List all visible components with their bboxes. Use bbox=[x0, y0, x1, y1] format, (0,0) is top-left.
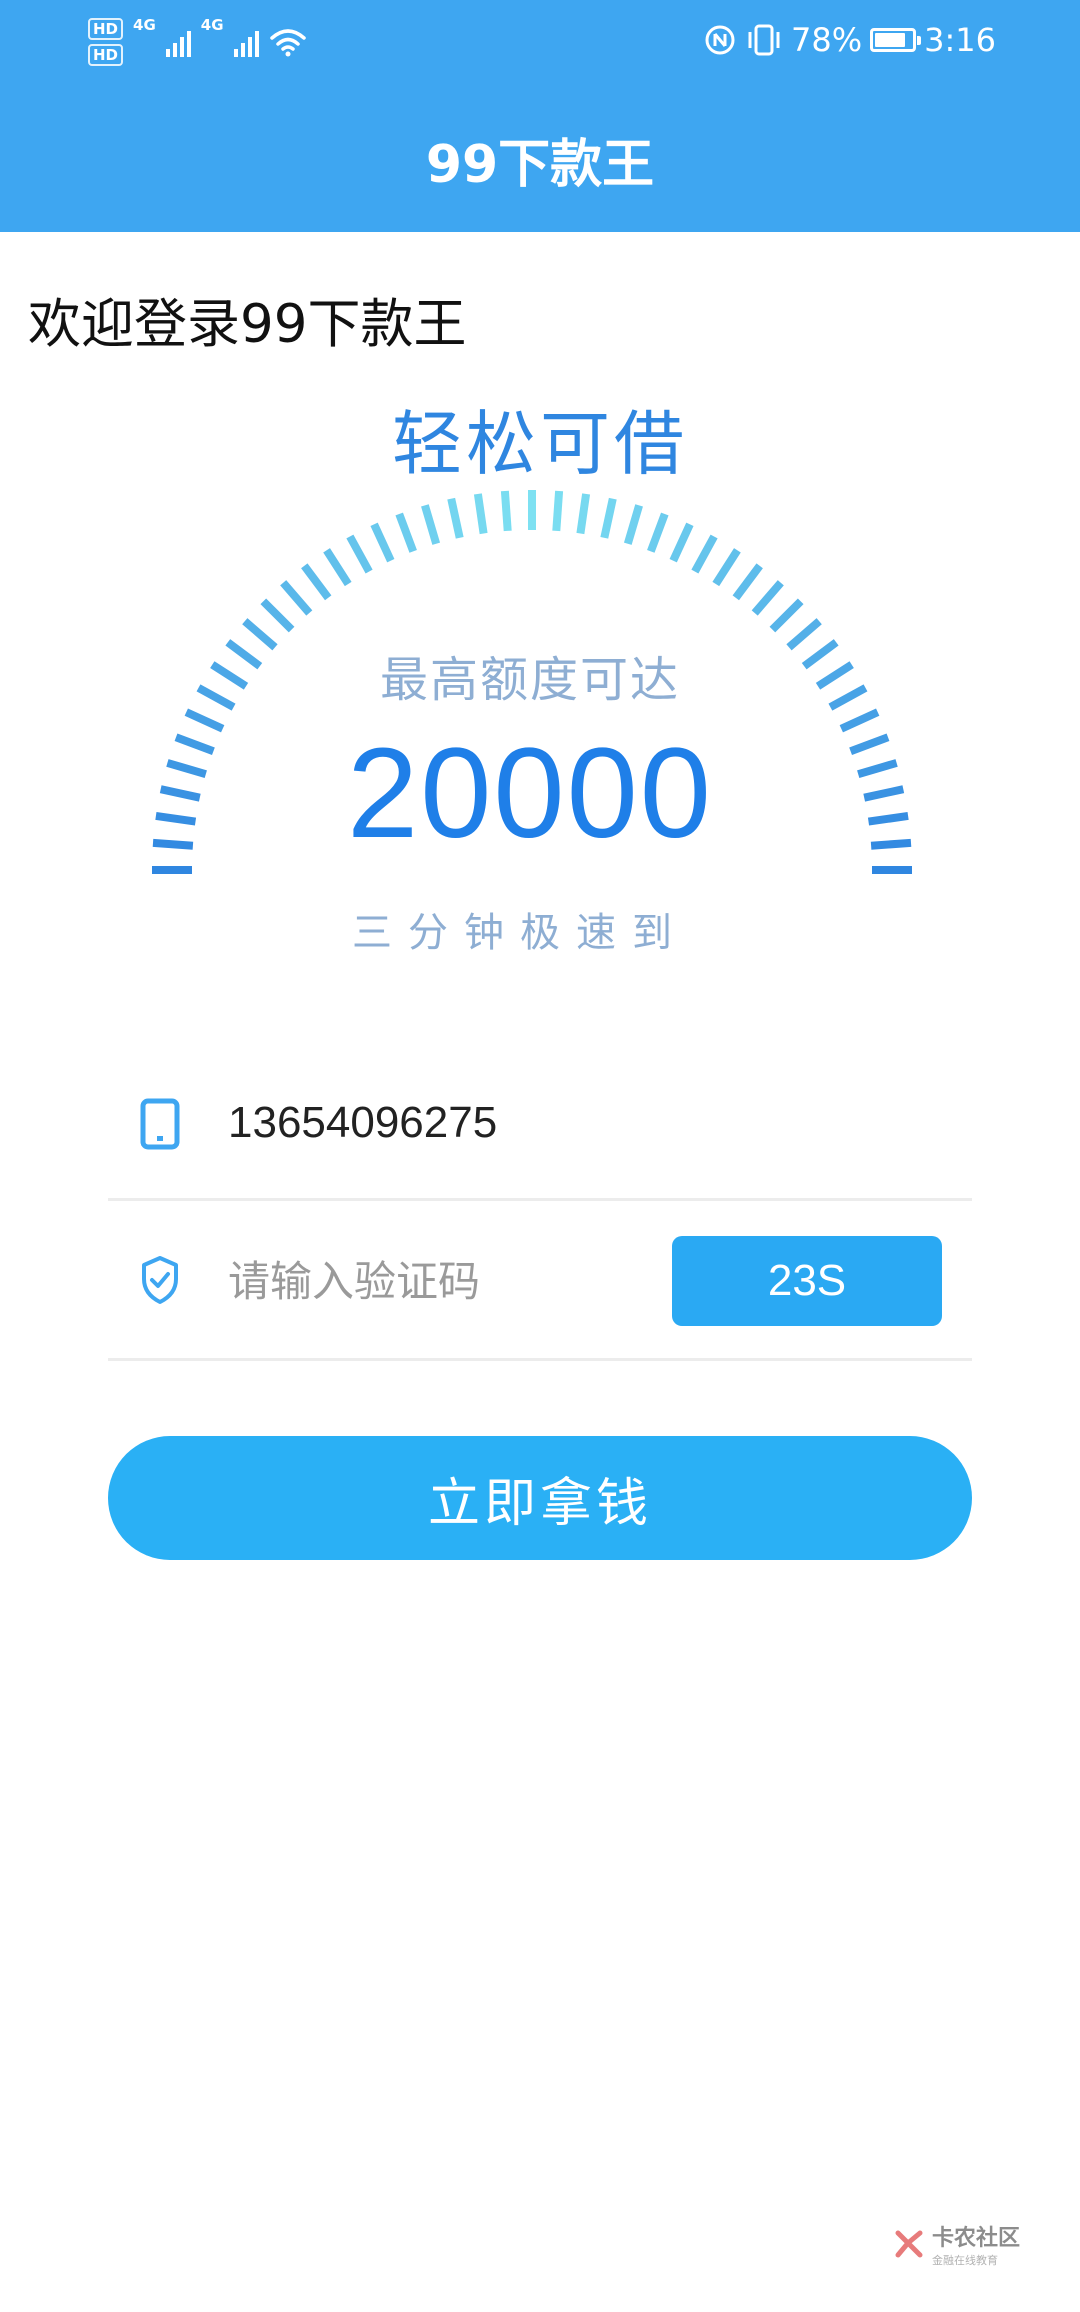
gauge-tick bbox=[421, 504, 441, 545]
battery-percent: 78% bbox=[791, 21, 863, 59]
speed-text: 三分钟极速到 bbox=[352, 910, 688, 956]
status-right: 78% 3:16 bbox=[703, 12, 996, 68]
watermark-subtitle: 金融在线教育 bbox=[931, 2254, 998, 2267]
verification-code-input[interactable] bbox=[228, 1246, 648, 1316]
countdown-button[interactable]: 23S bbox=[672, 1236, 942, 1326]
nfc-icon bbox=[705, 25, 735, 55]
watermark-logo-icon bbox=[895, 2230, 923, 2258]
gauge-tick bbox=[751, 580, 784, 616]
gauge-tick bbox=[301, 563, 332, 601]
gauge-tick bbox=[669, 522, 694, 563]
phone-number-value[interactable]: 13654096275 bbox=[228, 1098, 497, 1148]
gauge-tick bbox=[623, 504, 643, 545]
gauge-tick bbox=[447, 497, 464, 539]
gauge-tick bbox=[647, 512, 669, 553]
vibrate-icon bbox=[748, 24, 780, 56]
limit-value: 20000 bbox=[347, 722, 713, 865]
shield-check-icon bbox=[142, 1256, 178, 1304]
app-bar: HD HD 4G 4G 78% 3:16 99下款王 bbox=[0, 0, 1080, 232]
gauge-tick bbox=[552, 490, 564, 532]
phone-icon bbox=[140, 1098, 180, 1150]
gauge-tick bbox=[395, 512, 417, 553]
gauge-tick bbox=[712, 548, 741, 587]
get-money-button[interactable]: 立即拿钱 bbox=[108, 1436, 972, 1560]
gauge-tick bbox=[323, 548, 352, 587]
status-bar: HD HD 4G 4G 78% 3:16 bbox=[0, 0, 1080, 80]
watermark-text: 卡农社区 金融在线教育 bbox=[932, 2220, 1020, 2268]
watermark: 卡农社区 金融在线教育 bbox=[892, 2220, 1020, 2268]
gauge-tick bbox=[473, 493, 488, 535]
gauge-tick bbox=[691, 534, 718, 574]
phone-divider bbox=[108, 1198, 972, 1201]
limit-label: 最高额度可达 bbox=[379, 652, 680, 708]
gauge-tick bbox=[769, 598, 804, 633]
gauge-tick bbox=[600, 497, 617, 539]
gauge-tick bbox=[500, 490, 512, 532]
gauge-tick bbox=[732, 563, 763, 601]
battery-icon bbox=[870, 28, 922, 52]
welcome-heading: 欢迎登录99下款王 bbox=[28, 294, 467, 355]
watermark-title: 卡农社区 bbox=[931, 2226, 1020, 2251]
status-left: HD HD 4G 4G bbox=[88, 12, 307, 72]
clock: 3:16 bbox=[924, 21, 996, 59]
hd-badge-1: HD bbox=[88, 18, 124, 40]
gauge-tick bbox=[576, 493, 591, 535]
hd-badges: HD HD bbox=[88, 18, 124, 66]
signal-icon bbox=[165, 27, 191, 57]
network-type-1: 4G bbox=[133, 16, 156, 34]
app-title: 99下款王 bbox=[425, 135, 655, 195]
gauge-tick bbox=[370, 522, 395, 563]
wifi-icon bbox=[269, 29, 306, 57]
gauge-tick bbox=[346, 534, 373, 574]
network-type-2: 4G bbox=[200, 16, 224, 34]
code-row: 23S bbox=[108, 1236, 972, 1326]
gauge-tick bbox=[280, 580, 313, 616]
gauge-tick bbox=[260, 598, 295, 633]
hd-badge-2: HD bbox=[88, 44, 124, 66]
phone-row[interactable]: 13654096275 bbox=[108, 1080, 972, 1170]
signal-icon bbox=[233, 27, 259, 57]
code-divider bbox=[108, 1358, 972, 1361]
